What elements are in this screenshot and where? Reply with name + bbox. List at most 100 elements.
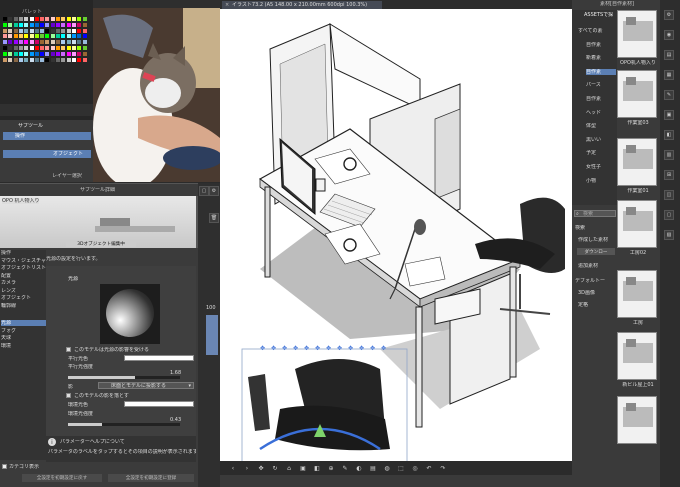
color-swatch[interactable] <box>24 46 29 50</box>
color-swatch[interactable] <box>56 57 60 62</box>
material-thumbnail[interactable] <box>617 10 657 58</box>
color-swatch[interactable] <box>66 28 71 33</box>
color-swatch[interactable] <box>40 51 45 56</box>
color-swatch[interactable] <box>77 28 82 33</box>
color-swatch[interactable] <box>82 17 87 21</box>
material-tree-item[interactable]: 自作素 <box>586 68 616 75</box>
light-direction-sphere[interactable] <box>100 284 160 344</box>
color-swatch[interactable] <box>56 34 60 39</box>
color-swatch[interactable] <box>18 22 23 27</box>
color-swatch[interactable] <box>8 22 13 27</box>
dock-panel-icon[interactable]: ⚙ <box>664 10 674 20</box>
color-swatch[interactable] <box>45 17 50 21</box>
color-swatch[interactable] <box>8 46 13 50</box>
material-tree-item[interactable]: 自作素 <box>586 96 616 102</box>
layer-select-label[interactable]: レイヤー選択 <box>52 173 82 179</box>
shadow-select[interactable]: 床面とモデルに投影する ▾ <box>98 382 194 389</box>
color-swatch[interactable] <box>56 22 60 27</box>
color-swatch[interactable] <box>3 22 7 27</box>
dock-panel-icon[interactable]: ✎ <box>664 90 674 100</box>
layer-row-object[interactable]: オブジェクト <box>3 150 91 158</box>
color-swatch[interactable] <box>61 46 66 50</box>
gizmo-tool-icon[interactable]: ✥ <box>280 344 289 353</box>
close-icon[interactable]: × <box>225 2 229 8</box>
layer-row-operation[interactable]: 操作 <box>3 132 91 140</box>
color-swatch[interactable] <box>45 22 50 27</box>
category-item[interactable]: 配置 <box>1 273 46 279</box>
dock-panel-icon[interactable]: ▢ <box>664 210 674 220</box>
reset-all-button[interactable]: 全設定を初期設定に戻す <box>22 474 102 482</box>
command-bar-icon[interactable]: ↷ <box>438 463 448 473</box>
color-swatch[interactable] <box>77 51 82 56</box>
color-swatch[interactable] <box>3 46 7 50</box>
gizmo-tool-icon[interactable]: ✥ <box>357 344 366 353</box>
command-bar-icon[interactable]: ◎ <box>410 463 420 473</box>
command-bar-icon[interactable]: ↻ <box>270 463 280 473</box>
color-swatch[interactable] <box>8 51 13 56</box>
color-swatch[interactable] <box>56 28 60 33</box>
color-swatch[interactable] <box>29 46 34 50</box>
color-swatch[interactable] <box>24 51 29 56</box>
parallel-color-swatch[interactable] <box>124 355 194 361</box>
color-swatch[interactable] <box>34 57 39 62</box>
dock-panel-icon[interactable]: ⊞ <box>664 170 674 180</box>
color-swatch[interactable] <box>45 34 50 39</box>
color-swatch[interactable] <box>71 34 76 39</box>
ambient-intensity-label[interactable]: 環境光強度 <box>68 411 93 417</box>
gizmo-tool-icon[interactable]: ✥ <box>291 344 300 353</box>
material-tree-item[interactable]: 黒いい <box>586 137 616 143</box>
color-swatch[interactable] <box>34 46 39 50</box>
color-swatch[interactable] <box>77 34 82 39</box>
material-thumbnail[interactable] <box>617 200 657 248</box>
color-swatch[interactable] <box>34 28 39 33</box>
color-swatch[interactable] <box>3 28 7 33</box>
gizmo-tool-icon[interactable]: ✥ <box>379 344 388 353</box>
command-bar-icon[interactable]: › <box>242 463 252 473</box>
color-swatch[interactable] <box>3 57 7 62</box>
new-layer-icon[interactable]: ▢ <box>199 186 209 196</box>
gizmo-tool-icon[interactable]: ✥ <box>368 344 377 353</box>
dock-panel-icon[interactable]: ▣ <box>664 110 674 120</box>
material-tree-item[interactable]: ヘッド <box>586 110 616 116</box>
material-tree-item[interactable]: 自作素 <box>586 42 616 48</box>
dock-panel-icon[interactable]: ▥ <box>664 150 674 160</box>
color-swatch[interactable] <box>71 17 76 21</box>
color-swatch[interactable] <box>50 22 55 27</box>
color-swatch[interactable] <box>13 22 18 27</box>
ambient-color-label[interactable]: 環境光色 <box>68 402 88 408</box>
category-item[interactable]: フォグ <box>1 328 46 334</box>
color-swatch[interactable] <box>18 40 23 45</box>
color-swatch[interactable] <box>24 40 29 45</box>
color-swatch[interactable] <box>66 46 71 50</box>
color-swatch[interactable] <box>3 40 7 45</box>
assets-search-link[interactable]: ASSETSで探 <box>584 12 613 18</box>
parallel-color-label[interactable]: 平行光色 <box>68 356 88 362</box>
category-item[interactable]: 操作 <box>1 250 46 256</box>
material-tree-item[interactable]: 新着素 <box>586 55 616 61</box>
color-swatch[interactable] <box>13 51 18 56</box>
command-bar-icon[interactable]: ✥ <box>256 463 266 473</box>
parallel-intensity-slider[interactable] <box>68 376 180 379</box>
color-swatch[interactable] <box>29 22 34 27</box>
color-swatch[interactable] <box>40 46 45 50</box>
dock-panel-icon[interactable]: ◫ <box>664 190 674 200</box>
color-swatch[interactable] <box>18 51 23 56</box>
color-swatch[interactable] <box>3 51 7 56</box>
color-swatch[interactable] <box>40 28 45 33</box>
color-swatch[interactable] <box>45 40 50 45</box>
gizmo-tool-icon[interactable]: ✥ <box>313 344 322 353</box>
color-swatch[interactable] <box>29 51 34 56</box>
color-swatch[interactable] <box>34 17 39 21</box>
color-swatch[interactable] <box>24 22 29 27</box>
color-swatch[interactable] <box>8 17 13 21</box>
dock-panel-icon[interactable]: ◉ <box>664 30 674 40</box>
subtool-tab[interactable]: サブツール <box>18 123 43 129</box>
color-swatch[interactable] <box>3 17 7 21</box>
trash-icon[interactable]: 🗑 <box>209 213 219 223</box>
color-swatch[interactable] <box>77 57 82 62</box>
show-category-checkbox[interactable] <box>2 464 7 469</box>
color-swatch[interactable] <box>82 34 87 39</box>
color-swatch[interactable] <box>71 22 76 27</box>
color-swatch[interactable] <box>13 40 18 45</box>
command-bar-icon[interactable]: ▣ <box>298 463 308 473</box>
